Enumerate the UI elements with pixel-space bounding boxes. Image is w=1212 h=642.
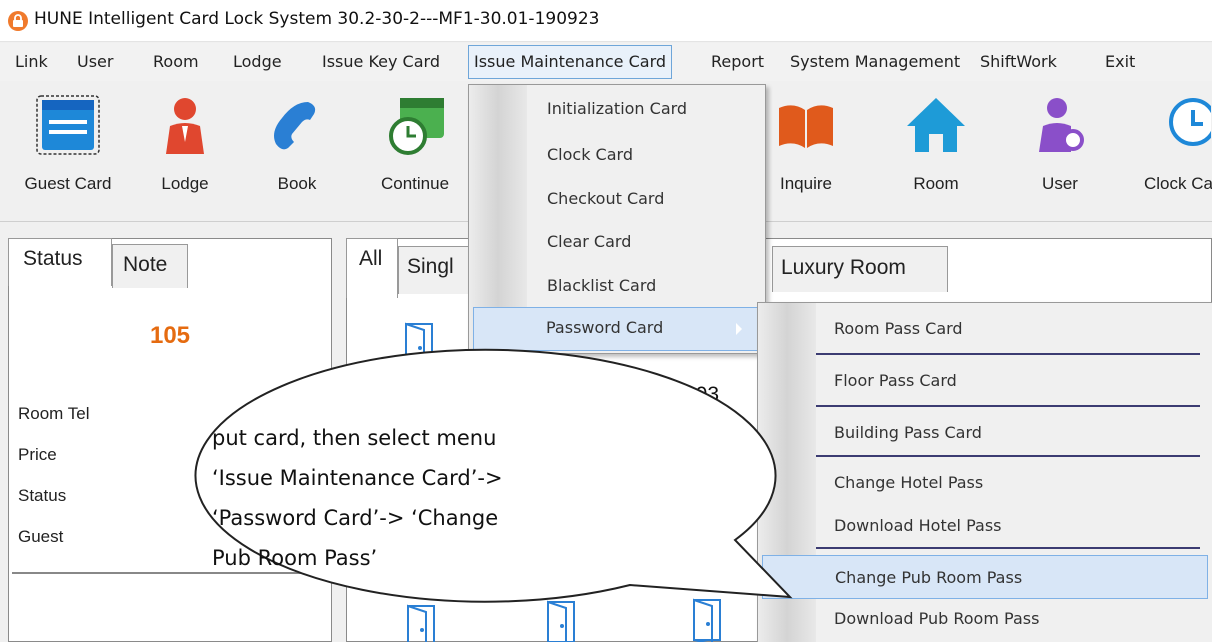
callout-bubble [194, 348, 793, 603]
callout-line-4: Pub Room Pass’ [212, 546, 378, 570]
callout-line-2: ‘Issue Maintenance Card’-> [212, 466, 503, 490]
app-window: HUNE Intelligent Card Lock System 30.2-3… [0, 0, 1212, 642]
callout-line-1: put card, then select menu [212, 426, 497, 450]
callout-line-3: ‘Password Card’-> ‘Change [212, 506, 499, 530]
